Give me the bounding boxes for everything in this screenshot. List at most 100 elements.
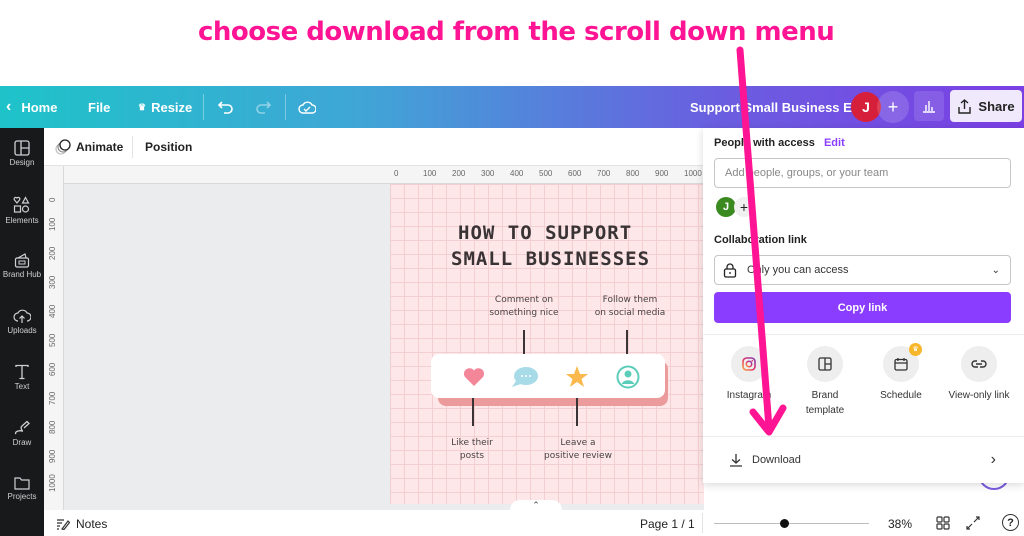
fullscreen-button[interactable] [966,516,980,533]
sidebar-item-uploads[interactable]: Uploads [0,308,44,335]
share-option-schedule[interactable]: ♛ Schedule [863,343,939,403]
ruler-top: 0 100 200 300 400 500 600 700 800 900 1000 [64,166,704,184]
zoom-slider-track[interactable] [714,518,869,528]
grid-view-button[interactable] [936,516,950,533]
tip-like[interactable]: Like their posts [432,437,512,463]
ruler-tick-label: 600 [48,362,57,376]
chevron-right-icon: › [990,451,996,468]
ruler-tick-label: 900 [655,169,669,178]
tip-review[interactable]: Leave a positive review [533,437,623,463]
shapes-icon [13,196,30,213]
zoom-percent[interactable]: 38% [888,517,912,531]
ruler-tick-label: 200 [452,169,466,178]
ruler-tick-label: 1000 [48,474,57,492]
cloud-check-icon [298,101,316,114]
ruler-tick-label: 400 [510,169,524,178]
undo-button[interactable] [218,86,234,128]
ruler-tick-label: 300 [481,169,495,178]
ruler-tick-label: 1000 [684,169,702,178]
cloud-save-status[interactable] [298,86,316,128]
insights-button[interactable] [914,91,944,121]
annotation-text: choose download from the scroll down men… [198,17,835,47]
redo-icon [256,101,271,114]
connector-line [472,398,474,426]
icon-card[interactable] [431,354,665,398]
ruler-tick-label: 500 [539,169,553,178]
sidebar-item-text[interactable]: Text [0,364,44,391]
people-with-access-label: People with access Edit [714,137,845,149]
ruler-tick-label: 800 [48,420,57,434]
document-title[interactable]: Support Small Business EG [690,86,862,128]
redo-button[interactable] [255,86,271,128]
file-menu-button[interactable]: File [88,86,110,128]
notes-button[interactable]: Notes [56,517,107,531]
position-button[interactable]: Position [145,140,192,154]
annotation-header: choose download from the scroll down men… [0,0,1024,86]
member-avatar[interactable]: J [716,197,736,217]
animate-icon [55,139,71,155]
tip-follow[interactable]: Follow them on social media [590,294,670,320]
bar-chart-icon [923,101,935,113]
resize-button[interactable]: ♛ Resize [138,86,192,128]
share-option-brand-template[interactable]: Brand template [787,346,863,418]
sidebar-item-projects[interactable]: Projects [0,476,44,501]
share-upload-icon [958,98,972,114]
ruler-tick-label: 0 [394,169,399,178]
brand-template-icon [818,357,832,371]
crown-icon: ♛ [138,101,147,112]
editor-toolbar: Animate Position [44,128,704,166]
design-title-line1[interactable]: HOW TO SUPPORT [458,222,632,244]
tip-comment[interactable]: Comment on something nice [484,294,564,320]
copy-link-button[interactable]: Copy link [714,292,1011,323]
instagram-icon [742,357,756,371]
ruler-tick-label: 400 [48,304,57,318]
sidebar-item-design[interactable]: Design [0,140,44,167]
download-icon [730,454,742,467]
ruler-tick-label: 700 [597,169,611,178]
grid-view-icon [936,516,950,530]
link-access-dropdown[interactable]: Only you can access ⌄ [714,255,1011,285]
zoom-slider-handle[interactable] [780,518,790,528]
share-option-instagram[interactable]: Instagram [711,346,787,403]
connector-line [576,398,578,426]
ruler-tick-label: 800 [626,169,640,178]
left-sidebar: Design Elements Brand Hub Uploads Text D… [0,128,44,536]
sidebar-item-elements[interactable]: Elements [0,196,44,225]
folder-icon [14,477,30,490]
notes-icon [57,519,70,530]
ruler-tick-label: 0 [48,197,57,202]
calendar-icon [894,358,908,371]
chevron-up-icon: ⌃ [532,500,540,510]
design-title-line2[interactable]: SMALL BUSINESSES [451,248,650,270]
animate-button[interactable]: Animate [55,139,123,155]
text-icon [15,364,29,380]
add-member-button[interactable]: + [734,197,754,217]
add-people-input[interactable]: Add people, groups, or your team [714,158,1011,188]
edit-access-link[interactable]: Edit [824,137,845,149]
heart-icon [463,368,485,386]
expand-icon [966,516,980,530]
ruler-tick-label: 700 [48,391,57,405]
link-icon [971,360,987,368]
connector-line [626,330,628,356]
share-button[interactable]: Share [950,90,1022,122]
collaboration-link-label: Collaboration link [714,234,807,246]
ruler-tick-label: 600 [568,169,582,178]
undo-icon [218,101,233,114]
ruler-left: 0 100 200 300 400 500 600 700 800 900 1000 [44,166,64,510]
star-icon [566,366,588,387]
sidebar-item-brand-hub[interactable]: Brand Hub [0,252,44,279]
download-menu-item[interactable]: Download › [703,436,1024,483]
sidebar-item-draw[interactable]: Draw [0,420,44,447]
invite-button[interactable]: + [877,91,909,123]
layout-icon [14,140,30,156]
chevron-left-icon: ‹ [6,98,12,115]
home-button[interactable]: ‹ Home [6,86,57,128]
page-indicator[interactable]: Page 1 / 1 [640,517,695,531]
chat-bubble-icon [512,367,538,387]
help-button[interactable]: ? [1002,514,1019,531]
ruler-tick-label: 100 [423,169,437,178]
ruler-tick-label: 300 [48,275,57,289]
share-option-view-only-link[interactable]: View-only link [939,346,1019,403]
ruler-tick-label: 900 [48,449,57,463]
